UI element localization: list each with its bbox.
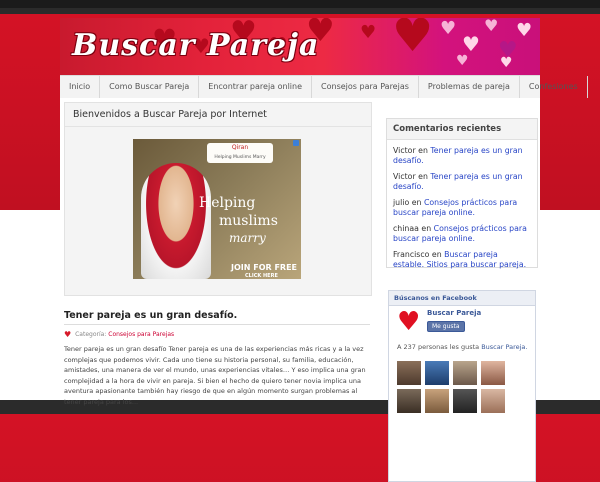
facebook-like-button[interactable]: Me gusta [427,321,465,332]
facebook-page-link[interactable]: Buscar Pareja. [481,343,527,351]
heart-decoration-icon: ♥ [516,20,533,41]
ad-brand-sub: Helping Muslims Marry [214,155,266,160]
facebook-widget: Búscanos en Facebook ♥ Buscar Pareja Me … [388,290,536,482]
page-wrapper: ♥ ♥ ♥ ♥ ♥ ♥ ♥ ♥ ♥ ♥ ♥ ♥ ♥ ♥ Buscar Parej… [60,18,588,482]
facebook-count-text: A 237 personas les gusta [397,343,480,351]
recent-comments-title: Comentarios recientes [387,119,537,140]
fan-avatar[interactable] [397,361,421,385]
fan-avatar[interactable] [481,389,505,413]
ad-cta-sub[interactable]: CLICK HERE [245,273,278,279]
comment-author: chinaa [393,224,419,233]
comment-connector: en [418,172,428,181]
fan-avatar[interactable] [425,361,449,385]
comment-author: julio [393,198,410,207]
heart-icon: ♥ [64,330,72,339]
post-divider [64,324,370,325]
recent-comments-widget: Comentarios recientes Victor en Tener pa… [386,118,538,270]
ad-line-1: Helping [199,195,256,211]
heart-decoration-icon: ♥ [500,55,513,71]
main-content: Bienvenidos a Buscar Pareja por Internet… [60,98,540,482]
heart-decoration-icon: ♥ [484,18,499,35]
comment-item: Victor en Tener pareja es un gran desafí… [387,146,537,166]
comment-author: Francisco [393,250,430,259]
ad-brand-logo: Qiran Helping Muslims Marry [207,143,273,163]
heart-decoration-icon: ♥ [440,18,457,39]
top-bar [0,0,600,8]
comment-item: Victor en Tener pareja es un gran desafí… [387,172,537,192]
fan-avatar[interactable] [397,389,421,413]
facebook-page-heart-icon[interactable]: ♥ [397,307,427,337]
nav-item-consejos-para-parejas[interactable]: Consejos para Parejas [312,76,419,98]
post-category: ♥ Categoría: Consejos para Parejas [64,330,174,339]
comment-connector: en [431,250,442,259]
ad-line-3: marry [229,231,266,245]
nav-item-confesiones[interactable]: Confesiones [520,76,588,98]
comment-item: Francisco en Buscar pareja estable. Siti… [387,250,537,270]
heart-decoration-icon: ♥ [392,18,434,62]
fan-avatar[interactable] [425,389,449,413]
comment-item: julio en Consejos prácticos para buscar … [387,198,537,218]
welcome-title: Bienvenidos a Buscar Pareja por Internet [65,103,371,127]
nav-item-como-buscar-pareja[interactable]: Como Buscar Pareja [100,76,200,98]
post-category-link[interactable]: Consejos para Parejas [108,331,174,338]
facebook-like-count: A 237 personas les gusta Buscar Pareja. [397,343,529,352]
fan-avatar[interactable] [453,389,477,413]
ad-info-icon[interactable] [293,140,299,146]
welcome-box: Bienvenidos a Buscar Pareja por Internet… [64,102,372,296]
ad-banner[interactable]: Qiran Helping Muslims Marry Helping musl… [133,139,301,279]
ad-brand-name: Qiran [231,144,249,151]
comment-connector: en [411,198,422,207]
comment-item: chinaa en Consejos prácticos para buscar… [387,224,537,244]
fan-avatar[interactable] [453,361,477,385]
comment-author: Victor [393,146,416,155]
heart-decoration-icon: ♥ [456,53,469,69]
facebook-widget-title: Búscanos en Facebook [389,291,535,306]
post-category-label: Categoría: [75,331,107,338]
nav-item-inicio[interactable]: Inicio [60,76,101,98]
comment-connector: en [421,224,432,233]
nav-item-problemas-de-pareja[interactable]: Problemas de pareja [419,76,520,98]
heart-decoration-icon: ♥ [462,32,480,56]
nav-item-encontrar-pareja-online[interactable]: Encontrar pareja online [199,76,313,98]
fan-avatar[interactable] [481,361,505,385]
post-excerpt: Tener pareja es un gran desafío Tener pa… [64,345,366,406]
facebook-page-name[interactable]: Buscar Pareja [427,309,481,317]
ad-woman-image [141,163,211,279]
ad-cta[interactable]: JOIN FOR FREE [231,263,297,272]
site-header: ♥ ♥ ♥ ♥ ♥ ♥ ♥ ♥ ♥ ♥ ♥ ♥ ♥ ♥ Buscar Parej… [60,18,540,75]
comment-connector: en [418,146,428,155]
post-title[interactable]: Tener pareja es un gran desafío. [64,310,237,321]
heart-decoration-icon: ♥ [360,22,377,43]
main-navigation: Inicio Como Buscar Pareja Encontrar pare… [60,75,588,99]
ad-line-2: muslims [219,213,278,229]
site-logo[interactable]: Buscar Pareja [72,28,319,63]
comment-author: Victor [393,172,416,181]
